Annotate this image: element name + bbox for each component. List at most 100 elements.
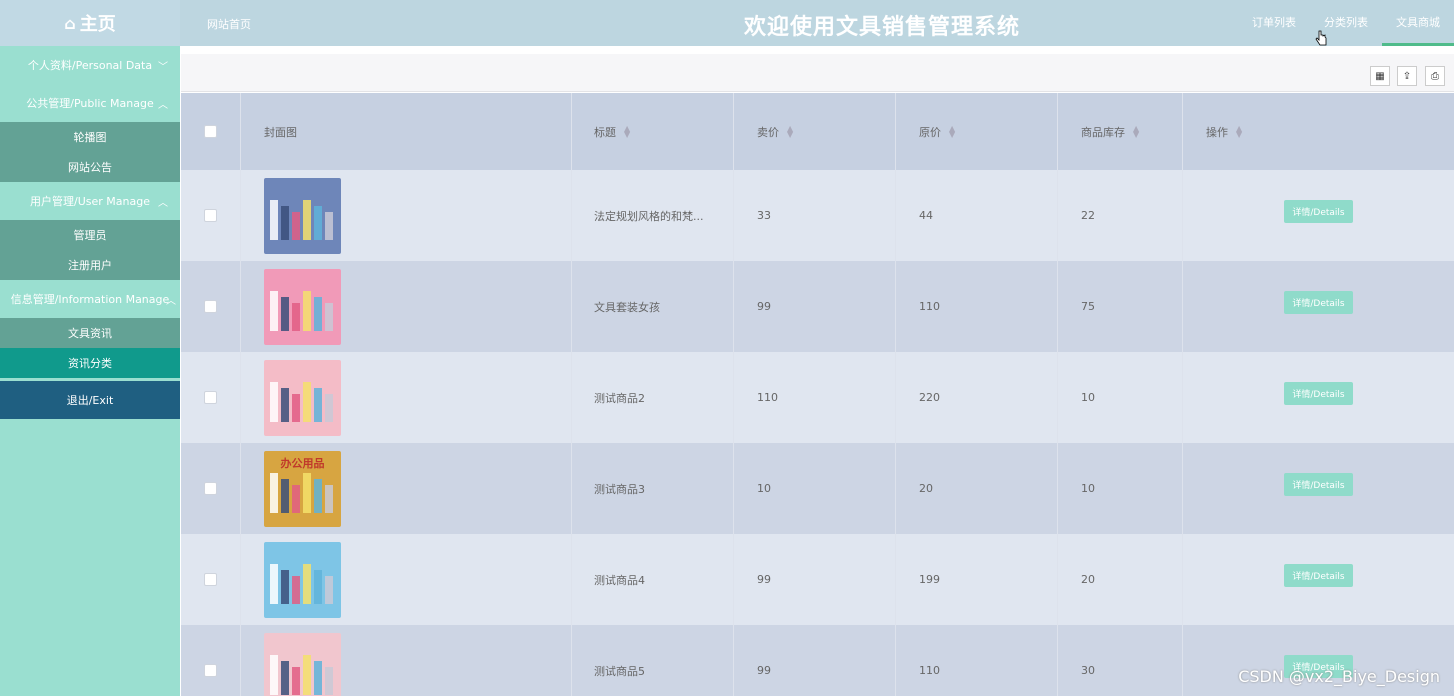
thumbnail-item — [281, 387, 289, 422]
thumbnail-item — [281, 478, 289, 513]
product-thumbnail[interactable] — [264, 177, 341, 254]
product-stock: 10 — [1081, 482, 1095, 495]
sort-icon[interactable]: ▲ ▼ — [787, 124, 793, 138]
select-all-checkbox[interactable] — [204, 125, 217, 138]
details-button[interactable]: 详情/Details — [1284, 564, 1353, 587]
sidebar-item-registered-user[interactable]: 注册用户 — [0, 250, 180, 280]
thumbnail-item — [281, 569, 289, 604]
thumbnail-item — [281, 660, 289, 695]
product-title: 测试商品4 — [594, 573, 645, 587]
thumbnail-item — [292, 666, 300, 695]
thumbnail-item — [270, 472, 278, 513]
price-cell: 10 — [734, 443, 896, 534]
table-row: 办公用品 测试商品3 10 20 10 详情/Details — [181, 443, 1454, 534]
thumbnail-item — [303, 381, 311, 422]
details-button[interactable]: 详情/Details — [1284, 200, 1353, 223]
menu-label: 用户管理/User Manage — [30, 195, 150, 208]
columns-icon[interactable]: ▦ — [1370, 66, 1390, 86]
menu-label: 信息管理/Information Manage — [10, 293, 170, 306]
product-thumbnail[interactable] — [264, 359, 341, 436]
row-check-cell — [181, 261, 241, 352]
thumbnail-item — [314, 478, 322, 513]
sort-icon[interactable]: ▲ ▼ — [624, 124, 630, 138]
original-price-cell: 110 — [896, 261, 1058, 352]
thumbnail-item — [314, 569, 322, 604]
sort-icon[interactable]: ▲ ▼ — [1133, 124, 1139, 138]
thumbnail-item — [281, 296, 289, 331]
col-price[interactable]: 卖价 ▲ ▼ — [734, 93, 896, 170]
row-check-cell — [181, 170, 241, 261]
watermark: CSDN @vx2_Biye_Design — [1238, 667, 1440, 686]
stock-cell: 75 — [1058, 261, 1183, 352]
details-button[interactable]: 详情/Details — [1284, 291, 1353, 314]
hand-cursor-icon — [1315, 30, 1327, 46]
product-thumbnail[interactable] — [264, 632, 341, 696]
original-price-cell: 220 — [896, 352, 1058, 443]
row-checkbox[interactable] — [204, 300, 217, 313]
row-checkbox[interactable] — [204, 482, 217, 495]
row-checkbox[interactable] — [204, 573, 217, 586]
details-button[interactable]: 详情/Details — [1284, 382, 1353, 405]
col-title-label: 标题 — [594, 125, 616, 139]
product-original-price: 44 — [919, 209, 933, 222]
col-original-price[interactable]: 原价 ▲ ▼ — [896, 93, 1058, 170]
nav-stationery-mall[interactable]: 文具商城 — [1382, 0, 1454, 46]
thumbnail-item — [325, 484, 333, 513]
product-thumbnail[interactable] — [264, 541, 341, 618]
row-checkbox[interactable] — [204, 391, 217, 404]
sidebar-item-news-category[interactable]: 资讯分类 — [0, 348, 180, 378]
operation-cell: 详情/Details — [1183, 261, 1454, 352]
operation-cell: 详情/Details — [1183, 170, 1454, 261]
row-checkbox[interactable] — [204, 209, 217, 222]
row-checkbox[interactable] — [204, 664, 217, 677]
menu-personal-data[interactable]: 个人资料/Personal Data ﹀ — [0, 46, 180, 84]
price-cell: 33 — [734, 170, 896, 261]
table-row: 法定规划风格的和梵... 33 44 22 详情/Details — [181, 170, 1454, 261]
thumbnail-item — [314, 660, 322, 695]
cover-cell — [241, 170, 572, 261]
product-original-price: 110 — [919, 664, 940, 677]
product-thumbnail[interactable]: 办公用品 — [264, 450, 341, 527]
menu-information-manage[interactable]: 信息管理/Information Manage ︿ — [0, 280, 180, 318]
row-check-cell — [181, 534, 241, 625]
thumbnail-item — [292, 484, 300, 513]
header-check-cell — [181, 93, 241, 170]
title-cell: 测试商品3 — [572, 443, 734, 534]
price-cell: 99 — [734, 261, 896, 352]
menu-public-manage[interactable]: 公共管理/Public Manage ︿ — [0, 84, 180, 122]
chevron-up-icon: ︿ — [158, 197, 168, 209]
sidebar-item-announcement[interactable]: 网站公告 — [0, 152, 180, 182]
menu-user-manage[interactable]: 用户管理/User Manage ︿ — [0, 182, 180, 220]
export-icon[interactable]: ⇪ — [1397, 66, 1417, 86]
exit-button[interactable]: 退出/Exit — [0, 381, 180, 419]
product-stock: 22 — [1081, 209, 1095, 222]
sidebar-item-carousel[interactable]: 轮播图 — [0, 122, 180, 152]
thumbnail-item — [292, 302, 300, 331]
nav-order-list[interactable]: 订单列表 — [1238, 0, 1310, 46]
product-title: 法定规划风格的和梵... — [594, 209, 704, 223]
thumbnail-item — [270, 290, 278, 331]
thumbnail-item — [325, 666, 333, 695]
submenu-public: 轮播图 网站公告 — [0, 122, 180, 182]
thumbnail-item — [314, 387, 322, 422]
table-row: 文具套装女孩 99 110 75 详情/Details — [181, 261, 1454, 352]
sort-icon[interactable]: ▲ ▼ — [1236, 124, 1242, 138]
sort-icon[interactable]: ▲ ▼ — [949, 124, 955, 138]
col-stock-label: 商品库存 — [1081, 125, 1125, 139]
print-icon[interactable]: ⎙ — [1425, 66, 1445, 86]
sidebar-item-stationery-news[interactable]: 文具资讯 — [0, 318, 180, 348]
price-cell: 99 — [734, 625, 896, 696]
thumbnail-item — [270, 381, 278, 422]
details-button[interactable]: 详情/Details — [1284, 473, 1353, 496]
sidebar-item-admin[interactable]: 管理员 — [0, 220, 180, 250]
product-thumbnail[interactable] — [264, 268, 341, 345]
col-operation[interactable]: 操作 ▲ ▼ — [1183, 93, 1454, 170]
product-original-price: 220 — [919, 391, 940, 404]
product-original-price: 199 — [919, 573, 940, 586]
thumbnail-item — [303, 290, 311, 331]
col-title[interactable]: 标题 ▲ ▼ — [572, 93, 734, 170]
col-cover-label: 封面图 — [264, 125, 297, 139]
col-stock[interactable]: 商品库存 ▲ ▼ — [1058, 93, 1183, 170]
submenu-user: 管理员 注册用户 — [0, 220, 180, 280]
top-bar: ⌂ 主页 网站首页 欢迎使用文具销售管理系统 订单列表 分类列表 文具商城 — [0, 0, 1454, 46]
